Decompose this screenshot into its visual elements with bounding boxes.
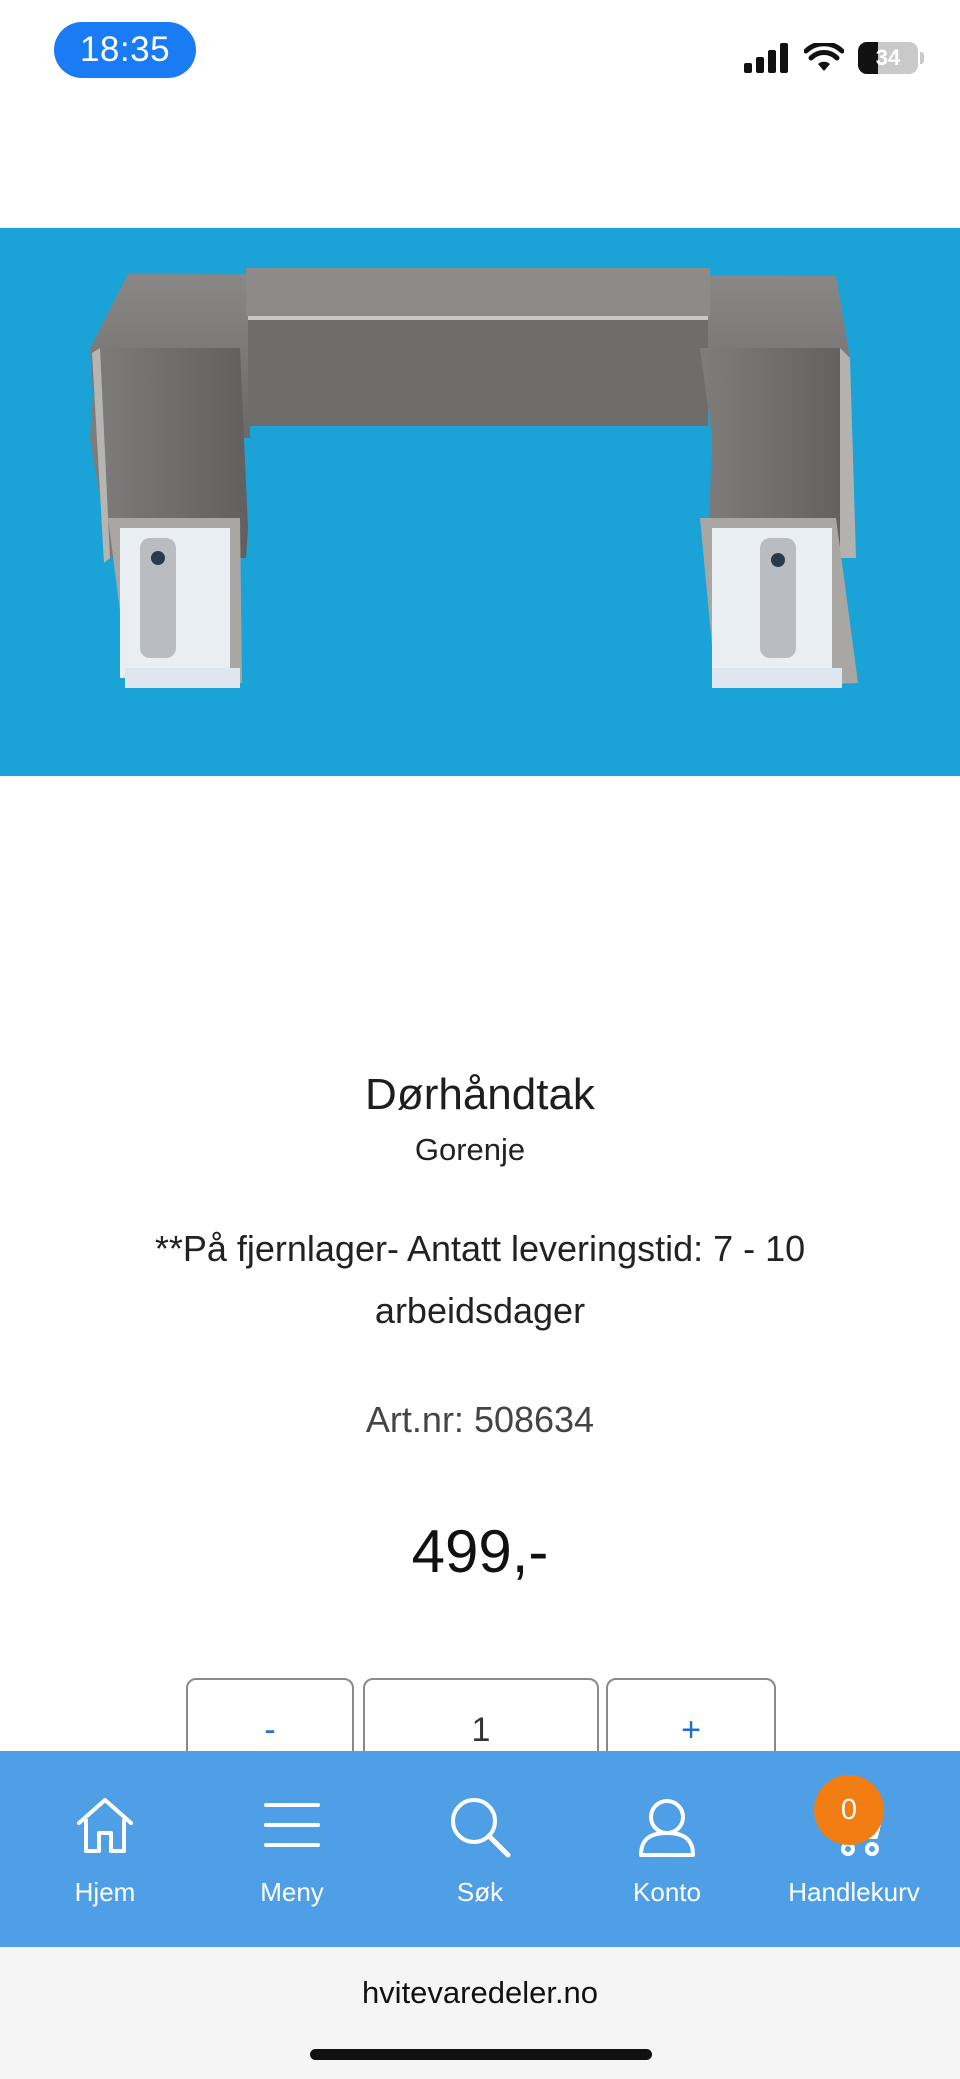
- product-brand: Gorenje: [414, 1132, 526, 1167]
- product-price: 499,-: [411, 1518, 549, 1585]
- stock-note: **På fjernlager- Antatt leveringstid: 7 …: [154, 1228, 806, 1331]
- article-number: Art.nr: 508634: [365, 1399, 595, 1440]
- battery-percent: 34: [875, 45, 901, 70]
- wifi-icon: [804, 43, 844, 71]
- nav-label-konto: Konto: [633, 1877, 701, 1907]
- nav-label-meny: Meny: [260, 1877, 324, 1907]
- home-indicator[interactable]: [310, 2049, 652, 2060]
- status-time: 18:35: [54, 22, 196, 78]
- product-info: Dørhåndtak Gorenje: [0, 1060, 960, 1170]
- nav-label-handlekurv: Handlekurv: [788, 1877, 920, 1907]
- quantity-selector: - 1 +: [0, 1678, 960, 1772]
- nav-label-sok: Søk: [456, 1877, 504, 1907]
- user-icon: [639, 1799, 695, 1857]
- status-icons: 34: [744, 38, 924, 78]
- search-icon: [451, 1798, 511, 1858]
- nav-item-hjem[interactable]: Hjem: [25, 1751, 185, 1947]
- product-image[interactable]: [0, 228, 960, 776]
- cart-count-badge[interactable]: 0: [814, 1775, 884, 1845]
- cellular-signal-icon: [744, 43, 788, 73]
- menu-icon: [264, 1803, 320, 1847]
- nav-item-konto[interactable]: Konto: [587, 1751, 747, 1947]
- nav-item-meny[interactable]: Meny: [212, 1751, 372, 1947]
- home-icon: [77, 1798, 133, 1853]
- url-text[interactable]: hvitevaredeler.no: [0, 1969, 960, 2017]
- battery-cap: [920, 52, 924, 64]
- status-bar: 18:35 34: [0, 0, 960, 100]
- battery-icon: 34: [858, 42, 918, 74]
- nav-item-sok[interactable]: Søk: [400, 1751, 560, 1947]
- product-title: Dørhåndtak: [365, 1070, 595, 1119]
- nav-label-hjem: Hjem: [74, 1877, 136, 1907]
- door-handle-illustration: [90, 268, 858, 688]
- bottom-navigation: Hjem Meny Søk Konto Handlekurv: [0, 1751, 960, 1947]
